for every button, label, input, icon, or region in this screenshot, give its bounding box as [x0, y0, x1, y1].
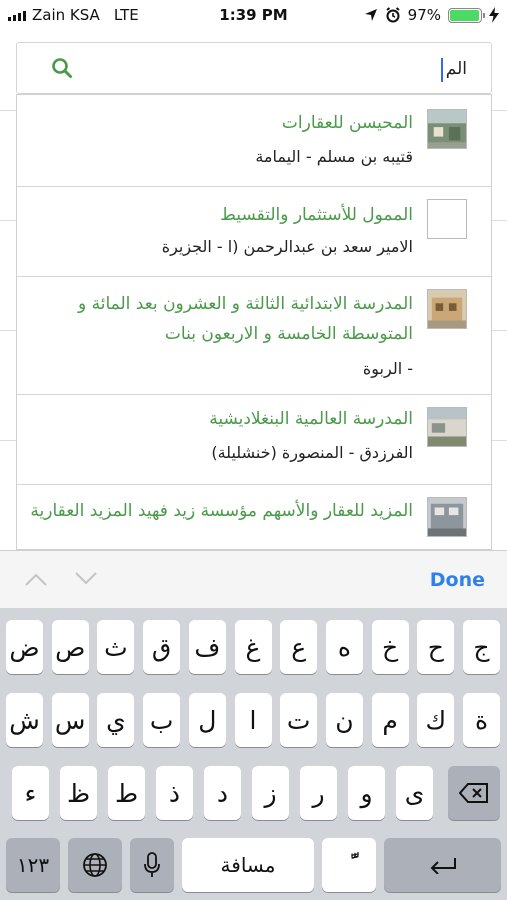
key-r3-6[interactable]: ر — [300, 766, 337, 820]
return-key[interactable] — [384, 838, 501, 892]
key-r2-7[interactable]: ن — [325, 693, 363, 747]
result-title: المحيسن للعقارات — [281, 113, 413, 133]
key-r2-4[interactable]: ل — [188, 693, 226, 747]
alarm-icon — [386, 7, 400, 23]
key-r2-2[interactable]: ي — [97, 693, 135, 747]
result-thumbnail — [427, 199, 467, 239]
battery-icon — [448, 7, 485, 23]
key-r1-10[interactable]: ج — [463, 620, 500, 674]
result-title: المدرسة العالمية البنغلاديشية — [209, 409, 413, 429]
search-input[interactable] — [87, 55, 467, 83]
key-r2-10[interactable]: ة — [463, 693, 500, 747]
chevron-up-icon[interactable] — [24, 569, 48, 589]
result-thumbnail — [427, 109, 467, 149]
space-key[interactable]: مسافة — [182, 838, 314, 892]
diacritics-key[interactable]: ًّ — [322, 838, 376, 892]
key-r3-5[interactable]: ز — [252, 766, 289, 820]
result-thumbnail — [427, 289, 467, 329]
status-bar: Zain KSA LTE 1:39 PM 97% — [0, 0, 507, 30]
key-r1-1[interactable]: ص — [51, 620, 89, 674]
result-address: الفرزدق - المنصورة (خنشليلة) — [211, 443, 413, 462]
key-r3-7[interactable]: و — [348, 766, 385, 820]
key-r1-2[interactable]: ث — [97, 620, 135, 674]
search-bar[interactable] — [16, 42, 492, 94]
location-icon — [364, 9, 377, 21]
backspace-key[interactable] — [448, 766, 500, 820]
key-r1-6[interactable]: ع — [280, 620, 318, 674]
globe-icon — [83, 853, 107, 877]
key-r1-3[interactable]: ق — [143, 620, 181, 674]
result-thumbnail — [427, 497, 467, 537]
result-item[interactable]: المحيسن للعقارات قتيبه بن مسلم - اليمامة — [17, 95, 491, 187]
battery-percent: 97% — [407, 6, 441, 24]
result-title: الممول للأستثمار والتقسيط — [220, 205, 413, 225]
keyboard-toolbar: Done — [0, 550, 507, 608]
result-title: المزيد للعقار والأسهم مؤسسة زيد فهيد الم… — [30, 501, 413, 521]
result-address: الامير سعد بن عبدالرحمن (ا - الجزيرة — [161, 237, 413, 256]
key-r1-0[interactable]: ض — [6, 620, 43, 674]
keyboard: ضصثقفغعهخحج شسيبلاتنمكة ءظطذدزروى ١٢٣ مس… — [0, 608, 507, 900]
search-icon[interactable] — [51, 57, 73, 79]
status-right: 97% — [364, 6, 499, 24]
result-address: - الربوة — [362, 359, 413, 378]
return-icon — [430, 858, 456, 874]
key-r3-3[interactable]: ذ — [156, 766, 193, 820]
backspace-icon — [459, 783, 488, 803]
result-title: المدرسة الابتدائية الثالثة و العشرون بعد… — [78, 294, 413, 344]
key-r1-4[interactable]: ف — [188, 620, 226, 674]
key-r1-5[interactable]: غ — [234, 620, 272, 674]
result-address: قتيبه بن مسلم - اليمامة — [255, 147, 413, 166]
key-r2-1[interactable]: س — [51, 693, 89, 747]
key-r2-3[interactable]: ب — [143, 693, 181, 747]
key-r3-0[interactable]: ء — [12, 766, 49, 820]
dictation-key[interactable] — [130, 838, 174, 892]
done-button[interactable]: Done — [430, 569, 485, 591]
result-item[interactable]: المدرسة الابتدائية الثالثة و العشرون بعد… — [17, 277, 491, 395]
globe-key[interactable] — [68, 838, 122, 892]
key-r3-8[interactable]: ى — [396, 766, 433, 820]
key-r2-5[interactable]: ا — [234, 693, 272, 747]
result-thumbnail — [427, 407, 467, 447]
key-r1-9[interactable]: ح — [417, 620, 455, 674]
key-r1-7[interactable]: ه — [325, 620, 363, 674]
numbers-key[interactable]: ١٢٣ — [6, 838, 60, 892]
result-item[interactable]: المدرسة العالمية البنغلاديشية الفرزدق - … — [17, 395, 491, 485]
result-item[interactable]: المزيد للعقار والأسهم مؤسسة زيد فهيد الم… — [17, 485, 491, 549]
microphone-icon — [144, 852, 160, 877]
key-r3-2[interactable]: ط — [108, 766, 145, 820]
key-r2-8[interactable]: م — [371, 693, 409, 747]
key-r2-0[interactable]: ش — [6, 693, 43, 747]
result-item[interactable]: الممول للأستثمار والتقسيط الامير سعد بن … — [17, 187, 491, 277]
key-r2-9[interactable]: ك — [417, 693, 455, 747]
key-r3-4[interactable]: د — [204, 766, 241, 820]
text-cursor — [441, 58, 443, 82]
key-r3-1[interactable]: ظ — [60, 766, 97, 820]
search-results-dropdown: المحيسن للعقارات قتيبه بن مسلم - اليمامة… — [16, 94, 492, 550]
key-r2-6[interactable]: ت — [280, 693, 318, 747]
key-r1-8[interactable]: خ — [371, 620, 409, 674]
charging-icon — [489, 7, 499, 23]
chevron-down-icon[interactable] — [74, 569, 98, 589]
